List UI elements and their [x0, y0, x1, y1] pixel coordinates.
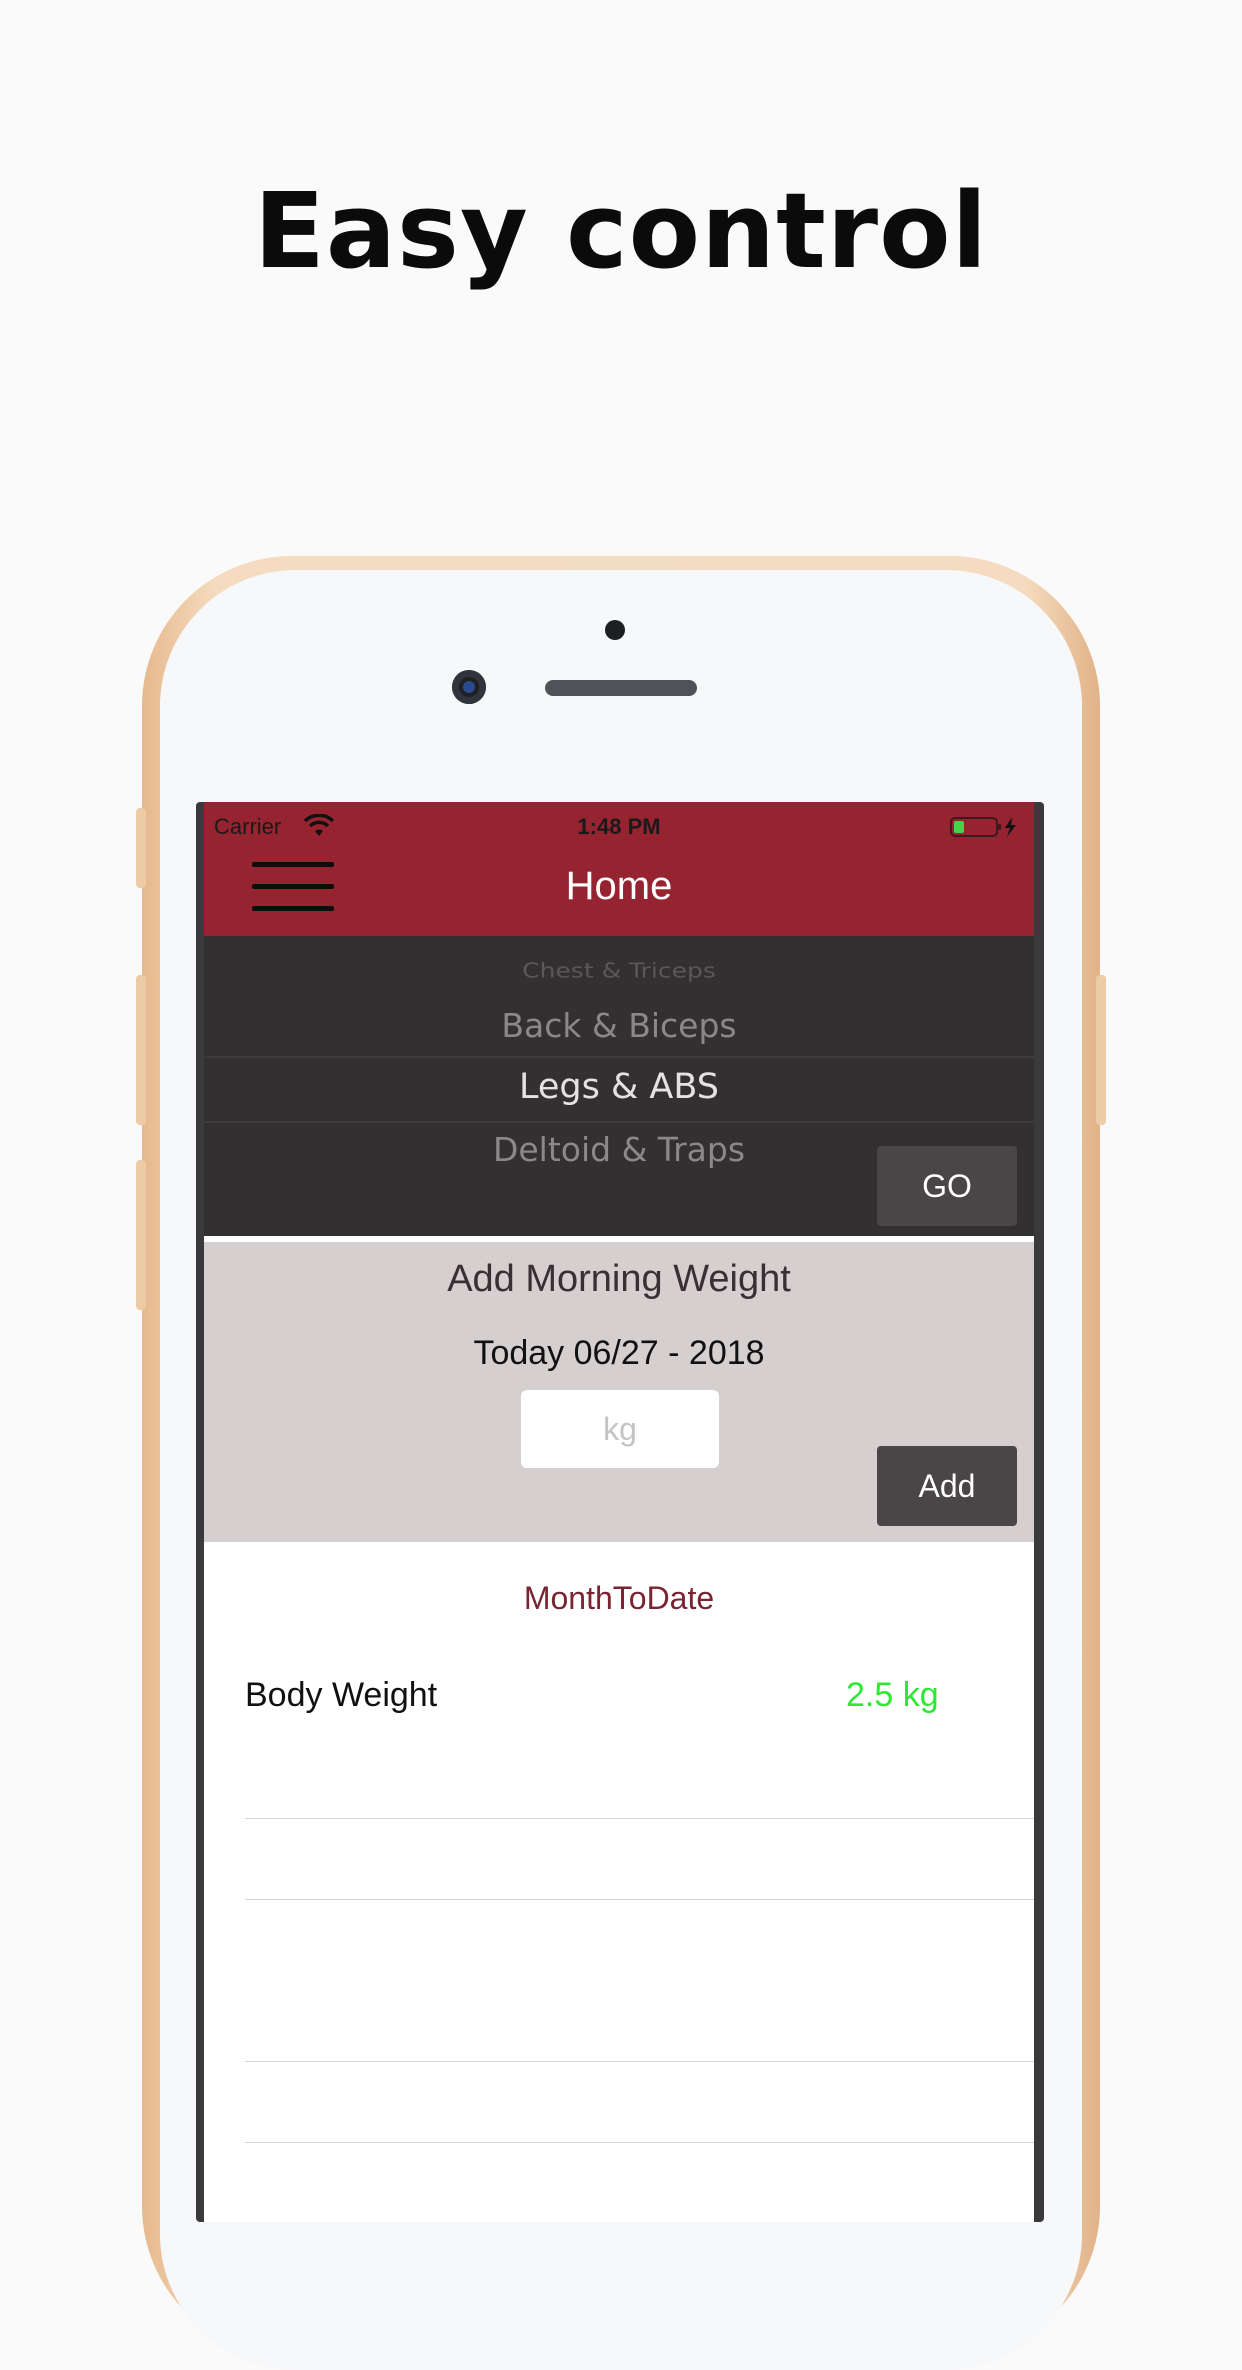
phone-volume-up	[136, 975, 146, 1125]
front-camera-icon	[452, 670, 486, 704]
battery-charging-icon	[950, 817, 1016, 837]
body-weight-label: Body Weight	[245, 1676, 438, 1714]
add-weight-button[interactable]: Add	[877, 1446, 1017, 1526]
table-row-divider	[245, 1818, 1034, 1819]
status-time: 1:48 PM	[577, 814, 661, 839]
weight-input[interactable]	[521, 1390, 719, 1468]
picker-item-legs-abs[interactable]: Legs & ABS	[204, 1067, 1034, 1107]
phone-volume-down	[136, 1160, 146, 1310]
app-screen: Carrier 1:48 PM Home Chest & Triceps Bac…	[204, 802, 1034, 2222]
month-to-date-title: MonthToDate	[523, 1580, 715, 1616]
phone-screen: Carrier 1:48 PM Home Chest & Triceps Bac…	[196, 802, 1044, 2222]
body-weight-value: 2.5 kg	[846, 1676, 939, 1714]
picker-item-back-biceps[interactable]: Back & Biceps	[204, 1006, 1034, 1045]
picker-item-chest-triceps[interactable]: Chest & Triceps	[204, 959, 1034, 982]
workout-picker[interactable]: Chest & Triceps Back & Biceps Legs & ABS…	[204, 936, 1034, 1236]
marketing-headline: Easy control	[253, 170, 989, 292]
picker-selection-bottom-line	[204, 1121, 1034, 1123]
table-row-divider	[245, 2061, 1034, 2062]
earpiece-speaker	[545, 680, 697, 696]
page-title: Home	[565, 864, 673, 908]
table-row-divider	[245, 1899, 1034, 1900]
go-button[interactable]: GO	[877, 1146, 1017, 1226]
add-weight-panel: Add Morning Weight Today 06/27 - 2018 Ad…	[204, 1242, 1034, 1542]
picker-selection-top-line	[204, 1056, 1034, 1058]
proximity-sensor	[605, 620, 625, 640]
phone-power-button	[1096, 975, 1106, 1125]
today-date: Today 06/27 - 2018	[473, 1334, 765, 1372]
add-weight-title: Add Morning Weight	[447, 1258, 791, 1300]
phone-mute-switch	[136, 808, 146, 888]
navigation-bar: Carrier 1:48 PM Home	[204, 802, 1034, 936]
table-row-divider	[245, 2142, 1034, 2143]
